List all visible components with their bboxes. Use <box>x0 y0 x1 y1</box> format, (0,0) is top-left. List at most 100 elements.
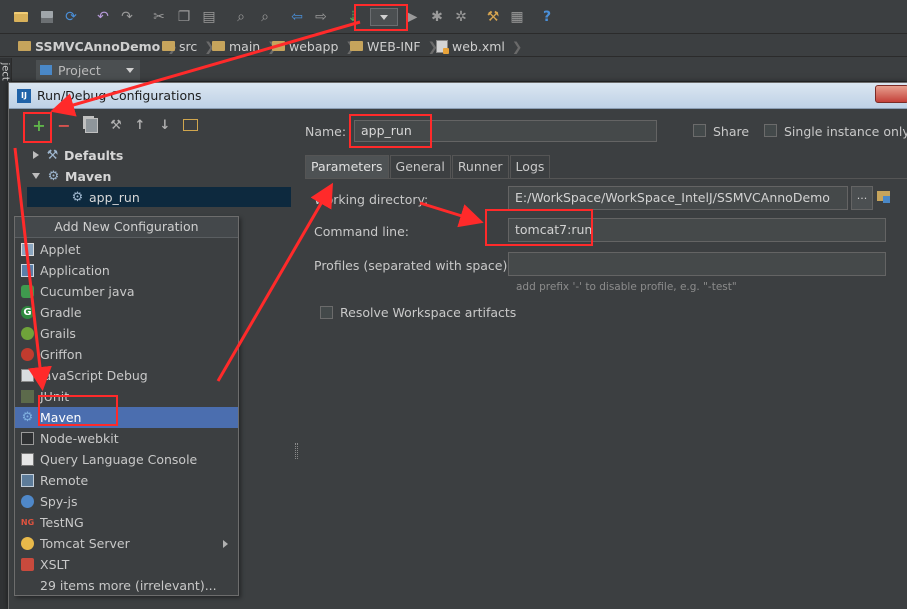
command-line-label: Command line: <box>314 224 409 239</box>
open-folder-icon[interactable] <box>12 8 30 26</box>
profiles-hint: add prefix '-' to disable profile, e.g. … <box>516 281 737 293</box>
tab-parameters[interactable]: Parameters <box>305 155 389 178</box>
name-label: Name: <box>305 124 347 139</box>
popup-item-griffon[interactable]: Griffon <box>15 344 238 365</box>
add-new-configuration-popup: Add New Configuration Applet Application… <box>14 216 239 596</box>
dialog-titlebar[interactable]: IJ Run/Debug Configurations <box>9 83 907 109</box>
cut-icon[interactable]: ✂ <box>150 8 168 26</box>
replace-icon[interactable]: ⌕ <box>256 8 274 26</box>
profiles-label: Profiles (separated with space): <box>314 258 512 273</box>
share-checkbox[interactable] <box>693 124 706 137</box>
breadcrumb-web-inf[interactable]: WEB-INF ❯ <box>350 37 438 55</box>
back-icon[interactable]: ⇦ <box>288 8 306 26</box>
pane-splitter[interactable] <box>291 113 303 609</box>
browse-button[interactable]: ... <box>851 186 873 210</box>
tree-item-defaults[interactable]: ⚒ Defaults <box>27 145 291 165</box>
junit-icon <box>21 390 34 403</box>
working-directory-input[interactable]: E:/WorkSpace/WorkSpace_IntelJ/SSMVCAnnoD… <box>508 186 848 210</box>
save-all-icon[interactable] <box>38 8 56 26</box>
command-line-input[interactable]: tomcat7:run <box>508 218 886 242</box>
application-icon <box>21 264 34 277</box>
popup-item-applet[interactable]: Applet <box>15 239 238 260</box>
breadcrumb-project[interactable]: SSMVCAnnoDemo❯ <box>18 37 178 55</box>
popup-item-javascript-debug[interactable]: JavaScript Debug <box>15 365 238 386</box>
popup-item-gradle[interactable]: G Gradle <box>15 302 238 323</box>
tab-runner[interactable]: Runner <box>451 155 509 178</box>
copy-icon[interactable]: ❐ <box>175 8 193 26</box>
remove-configuration-button[interactable]: − <box>54 115 74 135</box>
maven-icon: ⚙ <box>47 168 60 184</box>
popup-item-grails[interactable]: Grails <box>15 323 238 344</box>
project-view-dropdown[interactable]: Project <box>36 60 140 80</box>
paste-icon[interactable]: ▤ <box>200 8 218 26</box>
breadcrumb-web-xml[interactable]: web.xml ❯ <box>436 37 522 55</box>
intellij-icon: IJ <box>17 88 31 103</box>
close-button[interactable] <box>875 85 907 103</box>
folder-icon[interactable] <box>180 115 200 135</box>
undo-icon[interactable]: ↶ <box>94 8 112 26</box>
add-configuration-button[interactable]: + <box>29 115 49 135</box>
edit-defaults-icon[interactable]: ⚒ <box>106 115 126 135</box>
popup-item-spy-js[interactable]: Spy-js <box>15 491 238 512</box>
popup-item-remote[interactable]: Remote <box>15 470 238 491</box>
project-structure-icon[interactable]: ▦ <box>508 8 526 26</box>
breadcrumb-src[interactable]: src ❯ <box>162 37 215 55</box>
breadcrumb-main[interactable]: main❯ <box>212 37 278 55</box>
query-language-icon <box>21 453 34 466</box>
chevron-down-icon <box>126 67 134 73</box>
breadcrumb-webapp[interactable]: webapp❯ <box>272 37 356 55</box>
tomcat-icon <box>21 537 34 550</box>
javascript-debug-icon <box>21 369 34 382</box>
popup-item-query-language-console[interactable]: Query Language Console <box>15 449 238 470</box>
folder-icon <box>272 41 285 51</box>
node-webkit-icon <box>21 432 34 445</box>
chevron-right-icon[interactable] <box>33 151 39 159</box>
popup-item-cucumber-java[interactable]: Cucumber java <box>15 281 238 302</box>
popup-item-xslt[interactable]: XSLT <box>15 554 238 575</box>
applet-icon <box>21 243 34 256</box>
cucumber-icon <box>21 285 34 298</box>
maven-icon: ⚙ <box>21 410 34 425</box>
find-icon[interactable]: ⌕ <box>232 8 250 26</box>
popup-item-maven[interactable]: ⚙ Maven <box>15 407 238 428</box>
resolve-workspace-label: Resolve Workspace artifacts <box>340 305 517 320</box>
redo-icon[interactable]: ↷ <box>118 8 136 26</box>
coverage-icon[interactable]: ✲ <box>452 8 470 26</box>
move-down-icon[interactable]: ↓ <box>155 115 175 135</box>
copy-configuration-icon[interactable] <box>81 115 101 135</box>
griffon-icon <box>21 348 34 361</box>
move-up-icon[interactable]: ↑ <box>130 115 150 135</box>
popup-item-testng[interactable]: NG TestNG <box>15 512 238 533</box>
debug-icon[interactable]: ✱ <box>428 8 446 26</box>
popup-item-application[interactable]: Application <box>15 260 238 281</box>
share-label: Share <box>713 124 750 139</box>
tree-item-maven[interactable]: ⚙ Maven <box>27 166 291 186</box>
run-configurations-dropdown[interactable] <box>370 8 398 26</box>
folder-icon <box>350 41 363 51</box>
working-directory-label: Working directory: <box>314 192 429 207</box>
config-tabs: Parameters General Runner Logs <box>305 155 551 178</box>
navigation-bar: SSMVCAnnoDemo❯ src❯ main❯ webapp❯ WEB-IN… <box>0 35 907 57</box>
maven-run-config-icon: ⚙ <box>71 189 84 205</box>
tab-general[interactable]: General <box>389 155 451 178</box>
synchronize-icon[interactable]: ⟳ <box>62 8 80 26</box>
run-icon[interactable]: ▶ <box>403 8 421 26</box>
name-input[interactable]: app_run <box>354 120 657 142</box>
insert-macro-icon[interactable] <box>875 186 893 208</box>
tab-logs[interactable]: Logs <box>509 155 551 178</box>
forward-icon[interactable]: ⇨ <box>312 8 330 26</box>
popup-item-more[interactable]: 29 items more (irrelevant)... <box>15 575 238 596</box>
single-instance-checkbox[interactable] <box>764 124 777 137</box>
popup-item-junit[interactable]: JUnit <box>15 386 238 407</box>
chevron-down-icon[interactable] <box>32 173 40 179</box>
profiles-input[interactable] <box>508 252 886 276</box>
resolve-workspace-checkbox[interactable] <box>320 306 333 319</box>
tree-item-app-run[interactable]: ⚙ app_run <box>27 187 291 207</box>
remote-icon <box>21 474 34 487</box>
popup-item-node-webkit[interactable]: Node-webkit <box>15 428 238 449</box>
settings-icon[interactable]: ⚒ <box>484 8 502 26</box>
popup-item-tomcat-server[interactable]: Tomcat Server <box>15 533 238 554</box>
make-project-icon[interactable]: ⇣ <box>344 8 362 26</box>
help-icon[interactable]: ? <box>538 8 556 26</box>
parameters-panel <box>305 178 907 609</box>
